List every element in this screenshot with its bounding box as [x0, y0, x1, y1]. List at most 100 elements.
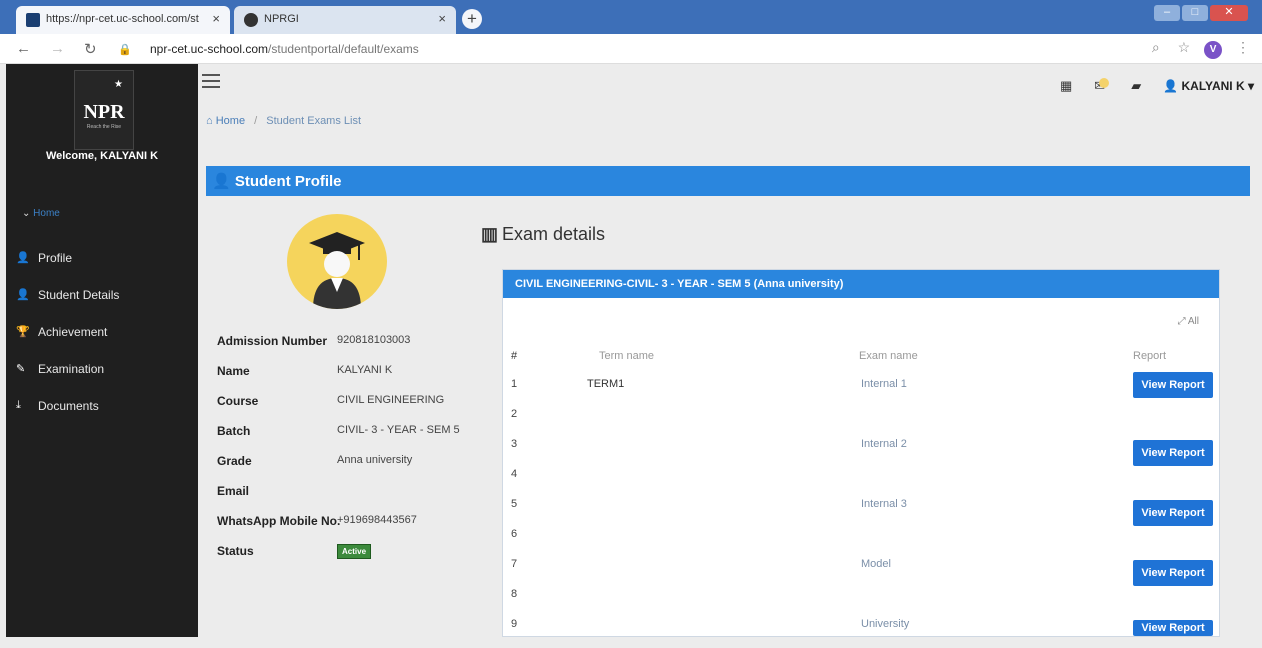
row-number: 9: [511, 618, 518, 630]
url-host: npr-cet.uc-school.com: [150, 42, 269, 56]
exam-details-label: Exam details: [502, 224, 606, 244]
sidebar-item-achievement[interactable]: 🏆 Achievement: [16, 313, 196, 350]
sidebar-item-label: Documents: [38, 398, 99, 413]
col-number: #: [511, 350, 518, 362]
top-bar: ▦ ✉ ▰ 👤 KALYANI K ▾: [198, 64, 1262, 109]
row-exam: Internal 1: [861, 378, 907, 390]
home-icon: ⌂: [206, 115, 213, 127]
view-report-button[interactable]: View Report: [1133, 620, 1213, 636]
row-exam: Internal 3: [861, 498, 907, 510]
url-path: /studentportal/default/exams: [268, 42, 419, 56]
notifications-icon[interactable]: ✉: [1094, 78, 1110, 94]
back-arrow-icon[interactable]: ←: [16, 40, 31, 57]
top-bar-icons: ▦ ✉ ▰ 👤 KALYANI K ▾: [1060, 78, 1254, 94]
field-value: Anna university: [337, 454, 413, 466]
user-menu[interactable]: 👤 KALYANI K ▾: [1163, 79, 1254, 93]
maximize-icon[interactable]: □: [1182, 5, 1208, 21]
table-row: 2: [503, 408, 1219, 438]
new-tab-button[interactable]: +: [462, 9, 482, 29]
hamburger-menu-icon[interactable]: [202, 74, 220, 92]
caret-down-icon: ▾: [1247, 79, 1254, 93]
chevron-down-icon: ⌄: [22, 208, 31, 219]
field-label: Status: [217, 544, 254, 558]
sidebar-item-documents[interactable]: ⤓ Documents: [16, 387, 196, 424]
minimize-icon[interactable]: –: [1154, 5, 1180, 21]
field-label: Grade: [217, 454, 252, 468]
row-number: 7: [511, 558, 518, 570]
site-favicon-icon: [26, 13, 40, 27]
graduate-icon: [309, 232, 365, 309]
close-tab-icon[interactable]: ×: [212, 11, 220, 26]
student-avatar: [287, 214, 387, 309]
forward-arrow-icon[interactable]: →: [50, 40, 65, 57]
sidebar-item-examination[interactable]: ✎ Examination: [16, 350, 196, 387]
logo-tagline: Reach the Rise: [86, 124, 122, 130]
exam-details-title: ▥ Exam details: [481, 224, 605, 245]
trophy-icon: 🏆: [16, 326, 30, 338]
profile-avatar[interactable]: V: [1204, 41, 1223, 59]
sidebar-menu: 👤 Profile 👤 Student Details 🏆 Achievement ✎…: [16, 239, 196, 424]
tab-title: NPRGI: [264, 13, 299, 25]
sidebar-item-profile[interactable]: 👤 Profile: [16, 239, 196, 276]
table-row: 5 Internal 3 View Report: [503, 498, 1219, 528]
welcome-text: Welcome, KALYANI K: [45, 150, 159, 162]
book-icon[interactable]: ▰: [1131, 78, 1141, 94]
notification-badge: [1099, 78, 1110, 88]
student-profile-header: 👤 Student Profile: [206, 166, 1250, 196]
field-value: KALYANI K: [337, 364, 393, 376]
breadcrumb-separator: /: [254, 115, 258, 127]
close-window-icon[interactable]: ✕: [1210, 5, 1248, 21]
zoom-icon[interactable]: ⌕: [1152, 39, 1160, 55]
row-number: 4: [511, 468, 518, 480]
sidebar-item-student-details[interactable]: 👤 Student Details: [16, 276, 196, 313]
view-report-button[interactable]: View Report: [1133, 440, 1213, 466]
expand-all-link[interactable]: ⤢ All: [1178, 316, 1199, 327]
row-number: 1: [511, 378, 518, 390]
table-row: 8: [503, 588, 1219, 618]
view-report-button[interactable]: View Report: [1133, 500, 1213, 526]
user-name: KALYANI K: [1181, 79, 1245, 93]
field-value: CIVIL- 3 - YEAR - SEM 5: [337, 424, 460, 436]
row-number: 8: [511, 588, 518, 600]
table-row: 3 Internal 2 View Report: [503, 438, 1219, 468]
sidebar-item-label: Student Details: [38, 287, 120, 302]
row-number: 2: [511, 408, 518, 420]
user-icon: 👤: [16, 289, 30, 301]
browser-tab-portal[interactable]: https://npr-cet.uc-school.com/st ×: [16, 6, 230, 34]
sidebar-item-label: Achievement: [38, 324, 108, 339]
npr-logo: ★ NPR Reach the Rise: [74, 70, 134, 150]
browser-tab-nprgi[interactable]: NPRGI ×: [234, 6, 456, 34]
globe-icon: [244, 13, 258, 27]
user-icon: 👤: [212, 173, 231, 190]
calendar-icon[interactable]: ▦: [1060, 78, 1072, 94]
url-field[interactable]: npr-cet.uc-school.com/studentportal/defa…: [150, 42, 419, 56]
sidebar-item-label: Profile: [38, 250, 73, 265]
exam-panel: CIVIL ENGINEERING-CIVIL- 3 - YEAR - SEM …: [502, 269, 1220, 637]
breadcrumb-home[interactable]: Home: [216, 115, 245, 127]
browser-tab-strip: https://npr-cet.uc-school.com/st × NPRGI…: [0, 0, 1262, 34]
field-label: Batch: [217, 424, 251, 438]
sidebar-home[interactable]: ⌄ Home: [22, 208, 60, 219]
field-label: Email: [217, 484, 250, 498]
table-row: 4: [503, 468, 1219, 498]
sidebar-item-label: Examination: [38, 361, 105, 376]
star-icon[interactable]: ☆: [1178, 39, 1191, 55]
expand-icon: ⤢: [1177, 316, 1186, 327]
logo-text: NPR: [83, 101, 125, 123]
menu-dots-icon[interactable]: ⋮: [1236, 39, 1250, 55]
field-label: WhatsApp Mobile No.: [217, 514, 341, 528]
view-report-button[interactable]: View Report: [1133, 560, 1213, 586]
close-tab-icon[interactable]: ×: [438, 11, 446, 26]
table-row: 9 University View Report: [503, 618, 1219, 648]
col-report: Report: [1133, 350, 1167, 362]
row-number: 5: [511, 498, 518, 510]
table-row: 6: [503, 528, 1219, 558]
field-label: Admission Number: [217, 334, 328, 348]
window-controls: – □ ✕: [1152, 2, 1248, 21]
user-icon: 👤: [16, 252, 30, 264]
reload-icon[interactable]: ↻: [84, 40, 97, 58]
view-report-button[interactable]: View Report: [1133, 372, 1213, 398]
field-value: CIVIL ENGINEERING: [337, 394, 445, 406]
sidebar: ★ NPR Reach the Rise Welcome, KALYANI K …: [6, 64, 198, 637]
field-value: 920818103003: [337, 334, 411, 346]
